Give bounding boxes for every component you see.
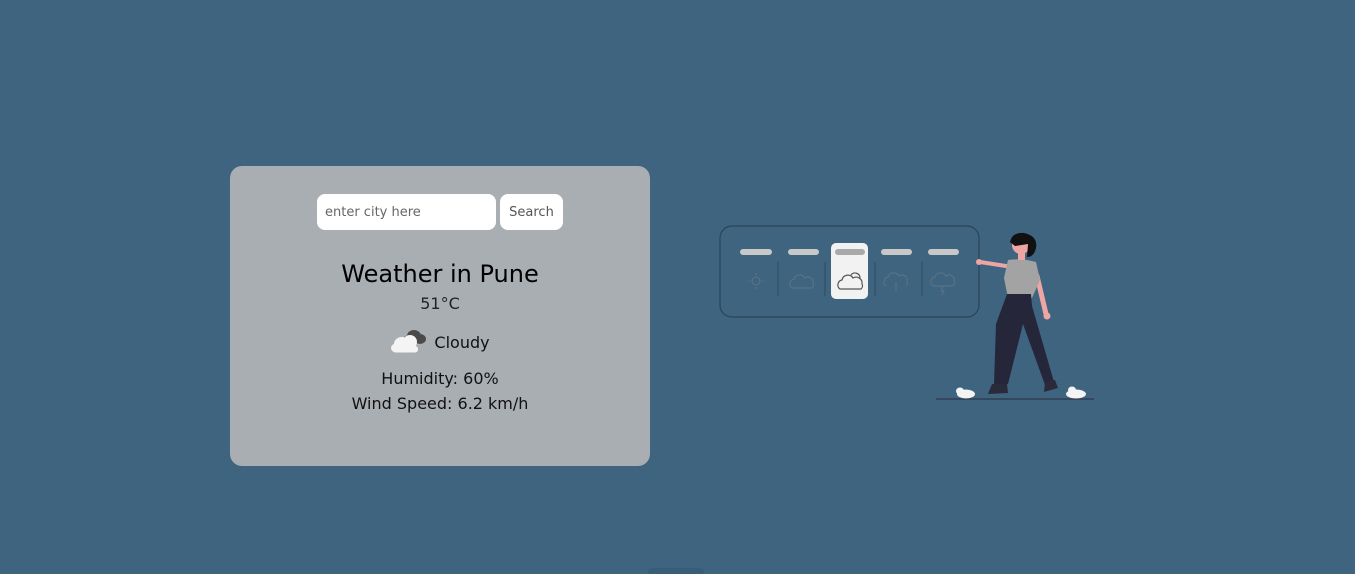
- cloud-rain-icon: [883, 272, 908, 291]
- bottom-edge-tab: [648, 568, 704, 574]
- weather-card: Search Weather in Pune 51°C Cloudy Humid…: [230, 166, 650, 466]
- weather-title: Weather in Pune: [341, 260, 539, 288]
- city-search-input[interactable]: [317, 194, 496, 230]
- wind-speed-text: Wind Speed: 6.2 km/h: [351, 394, 529, 413]
- temperature: 51°C: [420, 294, 460, 313]
- forecast-panel: [719, 225, 980, 318]
- woman-figure: [936, 232, 1094, 400]
- description-text: Cloudy: [434, 332, 490, 352]
- weather-illustration: [719, 225, 1094, 400]
- cloud-icon: [789, 274, 814, 289]
- weather-description: Cloudy: [230, 327, 650, 357]
- search-button[interactable]: Search: [500, 194, 563, 230]
- search-bar: Search: [317, 194, 563, 230]
- sun-cloud-icon: [748, 273, 764, 289]
- humidity-text: Humidity: 60%: [381, 369, 499, 388]
- cloud-icon: [390, 326, 428, 358]
- cloud-storm-icon: [930, 272, 955, 296]
